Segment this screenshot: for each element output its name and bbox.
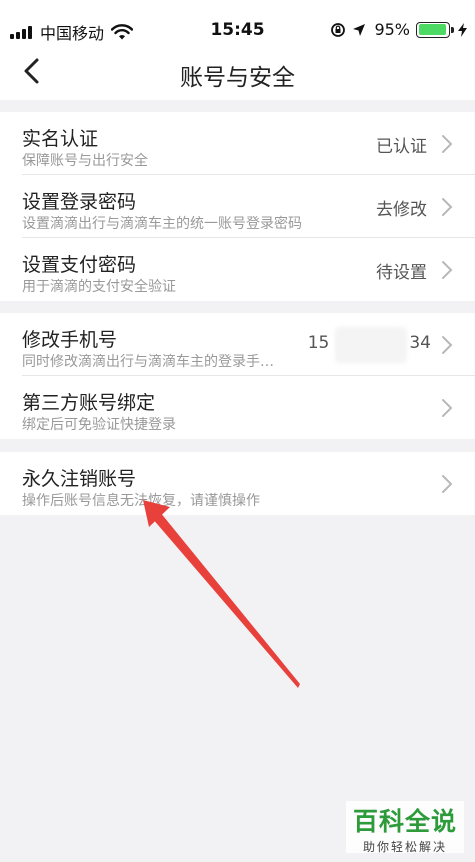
row-value: 去修改 [376,200,427,220]
row-subtitle: 绑定后可免验证快捷登录 [22,417,176,433]
battery-fill [418,24,447,35]
battery-icon [416,21,454,38]
phone-suffix: 34 [409,333,431,353]
phone-blur-mask [335,327,407,363]
row-title: 修改手机号 [22,329,118,351]
row-subtitle: 操作后账号信息无法恢复，请谨慎操作 [22,493,260,509]
chevron-right-icon [442,399,453,417]
chevron-right-icon [442,198,453,216]
row-title: 实名认证 [22,128,99,150]
settings-group-delete: 永久注销账号 操作后账号信息无法恢复，请谨慎操作 [0,452,475,515]
location-icon [353,23,366,36]
row-subtitle: 同时修改滴滴出行与滴滴车主的登录手… [22,354,274,370]
chevron-right-icon [442,135,453,153]
row-delete-account[interactable]: 永久注销账号 操作后账号信息无法恢复，请谨慎操作 [0,452,475,515]
row-title: 永久注销账号 [22,468,137,490]
row-login-password[interactable]: 设置登录密码 设置滴滴出行与滴滴车主的统一账号登录密码 去修改 [0,175,475,238]
row-title: 设置登录密码 [22,191,137,213]
battery-percent: 95% [374,20,410,39]
row-value: 待设置 [376,263,427,283]
phone-prefix: 15 [307,333,330,353]
chevron-right-icon [442,475,453,493]
status-bar: 中国移动 15:45 95% [0,0,475,43]
watermark-logo: 百科全说 助你轻松解决 [346,801,464,854]
row-real-name-verification[interactable]: 实名认证 保障账号与出行安全 已认证 [0,112,475,175]
row-change-phone[interactable]: 修改手机号 同时修改滴滴出行与滴滴车主的登录手… 15 34 [0,313,475,376]
chevron-right-icon [442,336,453,354]
row-title: 设置支付密码 [22,254,137,276]
rotation-lock-icon [331,22,346,37]
watermark-main-text: 百科全说 [352,807,457,836]
chevron-right-icon [442,261,453,279]
row-value: 已认证 [376,137,427,157]
row-subtitle: 用于滴滴的支付安全验证 [22,279,176,295]
settings-group-account: 修改手机号 同时修改滴滴出行与滴滴车主的登录手… 15 34 第三方账号绑定 绑定… [0,313,475,439]
row-title: 第三方账号绑定 [22,392,156,414]
page-title: 账号与安全 [180,65,295,91]
settings-group-identity: 实名认证 保障账号与出行安全 已认证 设置登录密码 设置滴滴出行与滴滴车主的统一… [0,112,475,301]
status-right: 95% [330,20,467,39]
charging-icon [458,22,467,37]
row-subtitle: 保障账号与出行安全 [22,153,148,169]
row-third-party-binding[interactable]: 第三方账号绑定 绑定后可免验证快捷登录 [0,376,475,439]
nav-bar: 账号与安全 [0,42,475,100]
row-subtitle: 设置滴滴出行与滴滴车主的统一账号登录密码 [22,216,302,232]
watermark-sub-text: 助你轻松解决 [362,840,447,854]
row-payment-password[interactable]: 设置支付密码 用于滴滴的支付安全验证 待设置 [0,238,475,301]
